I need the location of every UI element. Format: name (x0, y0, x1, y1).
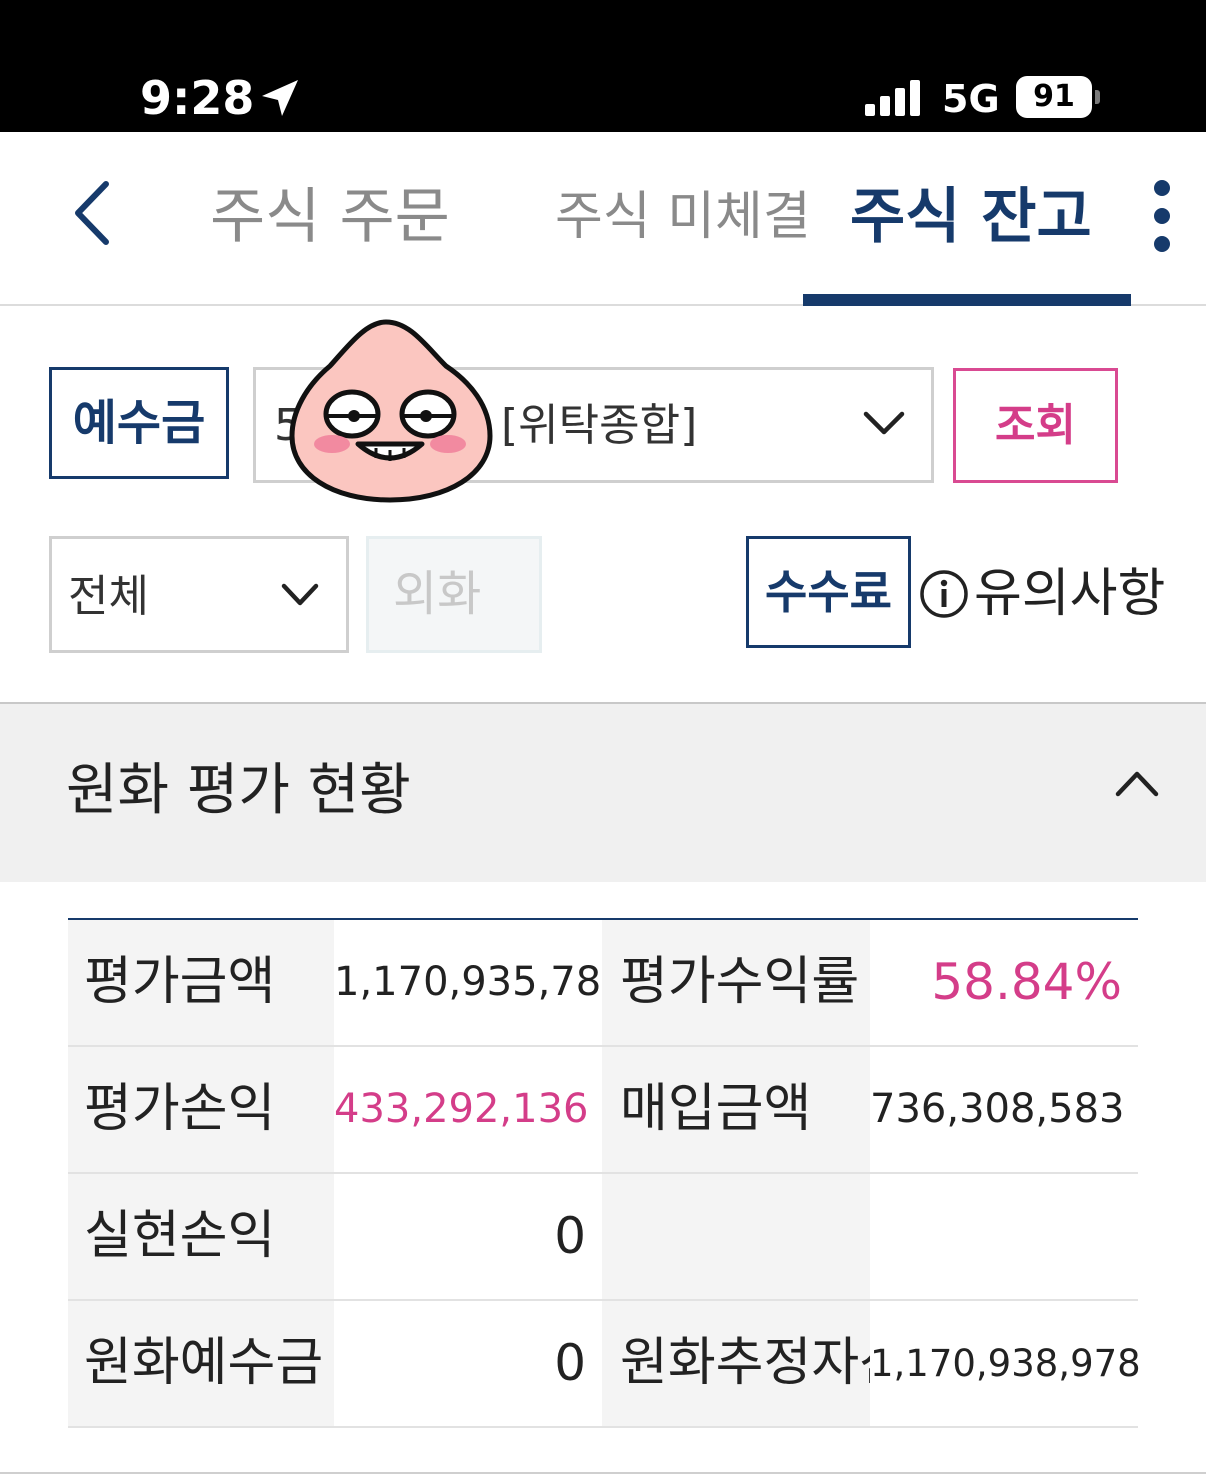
tab-stock-order[interactable]: 주식 주문 (210, 177, 450, 257)
fx-button[interactable]: 외화 (366, 536, 542, 653)
battery-cap (1095, 90, 1100, 104)
chevron-down-icon (863, 411, 905, 435)
info-icon (920, 570, 968, 618)
label-valuation-pnl: 평가손익 (68, 1047, 334, 1172)
tab-stock-pending[interactable]: 주식 미체결 (555, 177, 811, 257)
value-valuation-pnl: 433,292,136 (334, 1047, 602, 1172)
divider (0, 1472, 1206, 1474)
label-realized-pnl: 실현손익 (68, 1174, 334, 1299)
label-return-rate: 평가수익률 (602, 920, 870, 1045)
value-empty (870, 1174, 1138, 1299)
label-krw-estimated-assets: 원화추정자산 (602, 1301, 907, 1426)
peach-mascot-sticker (289, 319, 493, 503)
signal-icon (865, 80, 920, 116)
nav-header: 주식 주문 주식 미체결 주식 잔고 (0, 132, 1206, 306)
filter-select[interactable]: 전체 (49, 536, 349, 653)
location-arrow-icon (262, 80, 298, 116)
label-empty (602, 1174, 870, 1299)
query-button[interactable]: 조회 (953, 368, 1118, 483)
value-krw-deposit: 0 (334, 1301, 602, 1426)
table-row: 원화예수금 0 원화추정자산 1,170,938,978 (68, 1301, 1141, 1428)
status-time: 9:28 (140, 71, 255, 125)
section-title: 원화 평가 현황 (66, 758, 411, 823)
battery-indicator: 91 (1016, 76, 1092, 118)
network-type: 5G (942, 77, 1000, 121)
label-krw-deposit: 원화예수금 (68, 1301, 334, 1426)
krw-valuation-section-header[interactable]: 원화 평가 현황 (0, 702, 1206, 882)
chevron-left-icon[interactable] (68, 178, 118, 248)
chevron-down-icon (281, 583, 319, 606)
table-row: 평가금액 1,170,935,789 평가수익률 58.84% (68, 920, 1138, 1047)
valuation-summary-table: 평가금액 1,170,935,789 평가수익률 58.84% 평가손익 433… (68, 918, 1141, 1428)
value-realized-pnl: 0 (334, 1174, 602, 1299)
label-purchase-amount: 매입금액 (602, 1047, 870, 1172)
filter-value: 전체 (68, 571, 149, 622)
more-vertical-icon[interactable] (1146, 176, 1178, 256)
value-return-rate: 58.84% (870, 920, 1138, 1045)
value-krw-estimated-assets: 1,170,938,978 (870, 1301, 1141, 1426)
deposit-button[interactable]: 예수금 (49, 367, 229, 479)
active-tab-indicator (803, 294, 1131, 306)
table-row: 평가손익 433,292,136 매입금액 736,308,583 (68, 1047, 1138, 1174)
account-type: [위탁종합] (501, 400, 698, 451)
table-row: 실현손익 0 (68, 1174, 1138, 1301)
value-valuation-amount: 1,170,935,789 (334, 920, 627, 1045)
value-purchase-amount: 736,308,583 (870, 1047, 1138, 1172)
label-valuation-amount: 평가금액 (68, 920, 334, 1045)
notice-label: 유의사항 (974, 564, 1166, 624)
fee-button[interactable]: 수수료 (746, 536, 911, 648)
chevron-up-icon[interactable] (1112, 762, 1162, 802)
status-bar: 9:28 5G 91 (0, 0, 1206, 132)
tab-stock-balance[interactable]: 주식 잔고 (850, 177, 1092, 257)
